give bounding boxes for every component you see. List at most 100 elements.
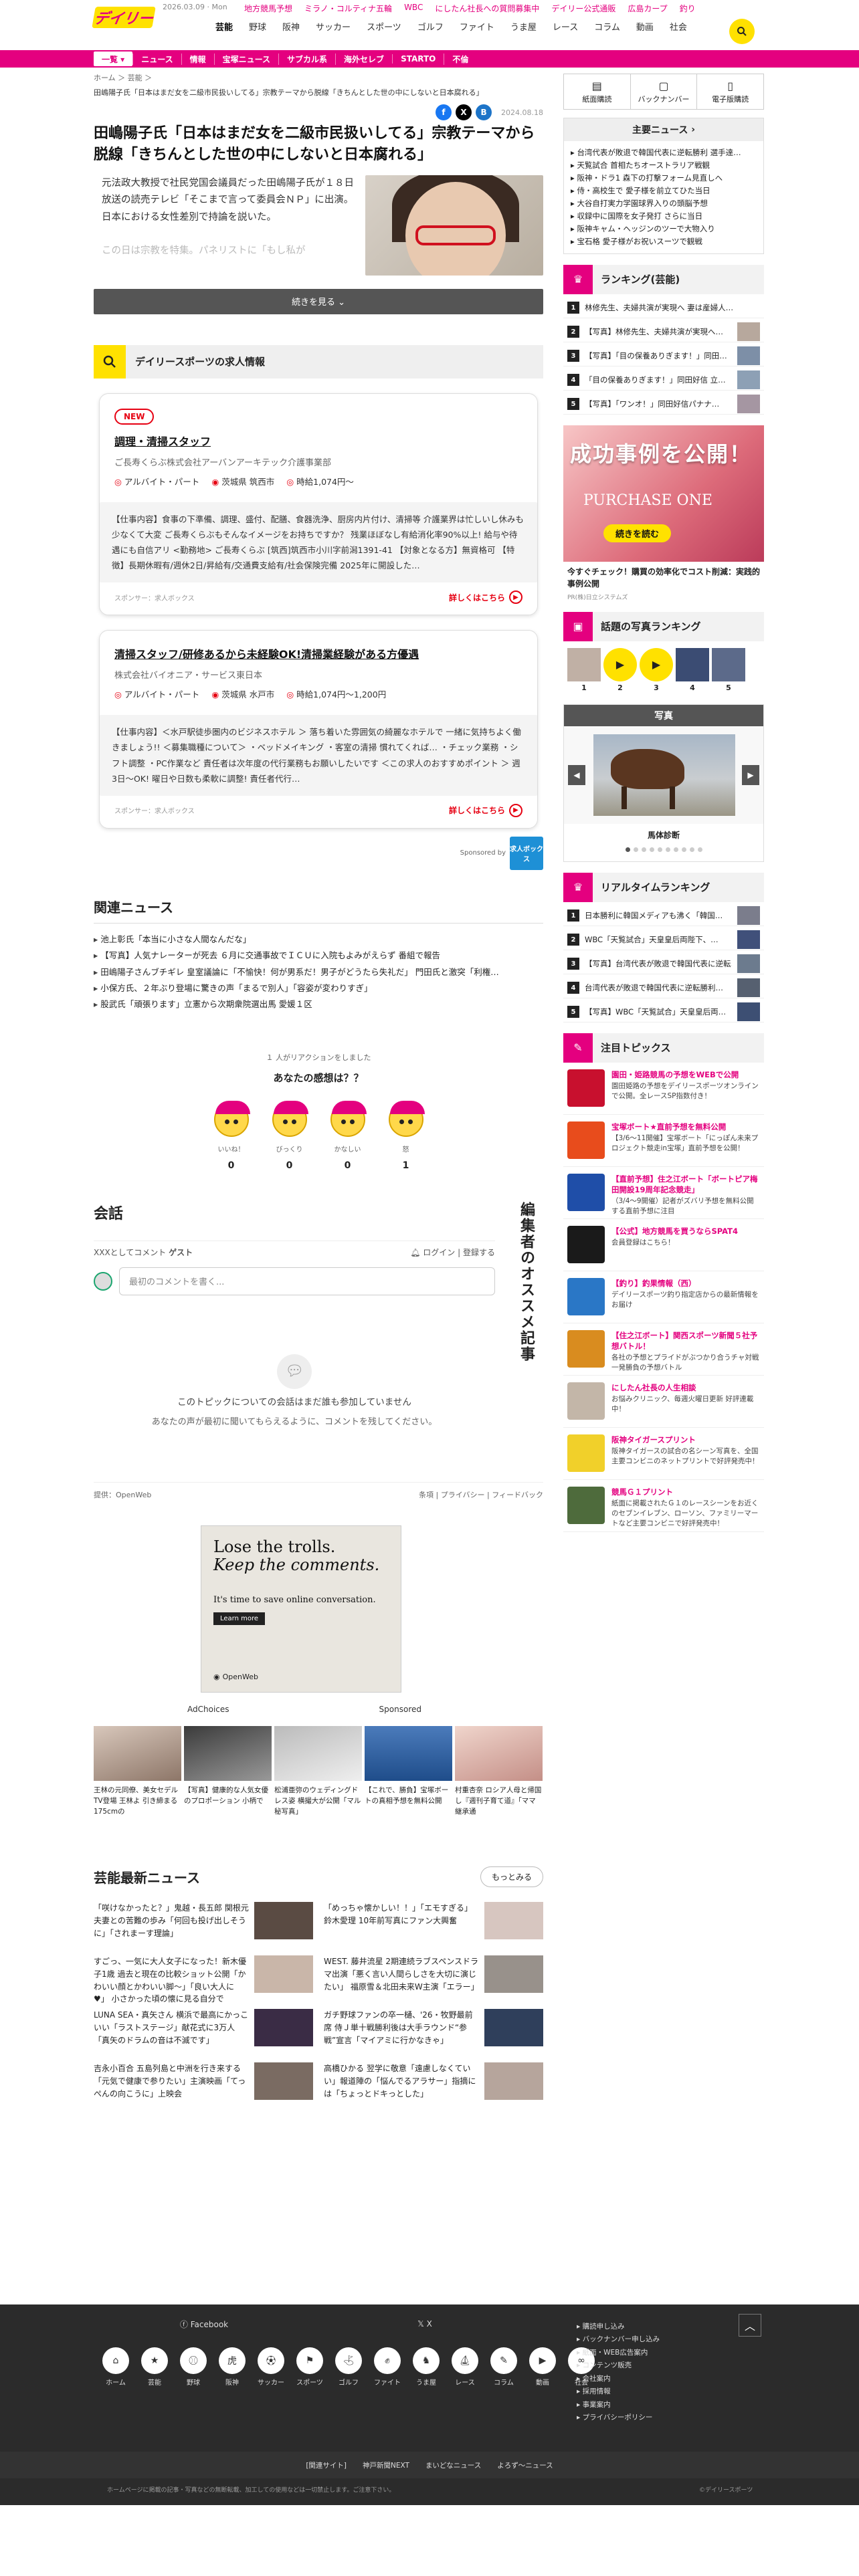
gnav-item[interactable]: サッカー: [308, 20, 359, 33]
top-link[interactable]: WBC: [404, 3, 423, 14]
job-more-link[interactable]: 詳しくはこちら ▶: [449, 591, 522, 605]
hatena-share-icon[interactable]: B: [476, 104, 492, 120]
realtime-item[interactable]: 1 日本勝利に韓国メディアも沸く「韓国…: [563, 906, 764, 926]
main-news-item[interactable]: 阪神・ドラ1 森下の打撃フォーム見直しへ: [571, 172, 757, 185]
feedback-link[interactable]: フィードバック: [492, 1491, 543, 1499]
thumb-item[interactable]: 【これで、勝負】宝塚ボートの真相予想を無料公開: [365, 1725, 452, 1818]
related-site-link[interactable]: 神戸新聞NEXT: [363, 2460, 409, 2470]
adchoices-link[interactable]: AdChoices: [187, 1705, 229, 1714]
x-share-icon[interactable]: X: [456, 104, 472, 120]
footer-cat[interactable]: 虎阪神: [215, 2347, 249, 2387]
main-news-item[interactable]: 阪神キャム・ヘッジンのツーで大物入り: [571, 223, 757, 235]
related-item[interactable]: 小保方氏、２年ぶり登場に驚きの声「まるで別人」「容姿が変わりすぎ」: [94, 980, 543, 996]
footer-link[interactable]: バックナンバー申し込み: [577, 2333, 660, 2346]
footer-link[interactable]: 採用情報: [577, 2385, 660, 2398]
related-item[interactable]: 股武氏「頑張ります」立憲から次期衆院選出馬 愛媛１区: [94, 996, 543, 1012]
ranking-item[interactable]: 2 【写真】林修先生、夫婦共演が実現へ…: [563, 322, 764, 342]
topic-item[interactable]: 【住之江ボート】関西スポーツ新聞５社予想バトル！ 各社の予想とプライドがぶつかり合…: [563, 1323, 764, 1376]
top-link[interactable]: 地方競馬予想: [244, 3, 292, 14]
main-news-item[interactable]: 宝石格 愛子様がお祝いスーツで観戦: [571, 235, 757, 248]
top-link[interactable]: ミラノ・コルティナ五輪: [304, 3, 392, 14]
footer-cat[interactable]: ♞ うま屋: [409, 2347, 443, 2387]
gnav-item[interactable]: 阪神: [274, 20, 308, 33]
main-news-item[interactable]: 天覧試合 首相たちオーストラリア戦観: [571, 159, 757, 172]
banner-cta[interactable]: 続きを読む: [603, 524, 672, 542]
latest-item[interactable]: 吉永小百合 五島列島と中洲を行き来する「元気で健康で参りたい」主演映画「てっぺん…: [94, 2058, 313, 2112]
photo-rank-item[interactable]: ▶ 3: [640, 647, 673, 692]
top-link[interactable]: にしたん社長への質問募集中: [435, 3, 539, 14]
related-site-link[interactable]: よろず～ニュース: [497, 2460, 553, 2470]
see-more-button[interactable]: もっとみる: [480, 1866, 543, 1888]
footer-cat[interactable]: ✎ コラム: [487, 2347, 520, 2387]
subnav-item[interactable]: 情報: [181, 53, 214, 65]
photo-rank-item[interactable]: 4: [676, 647, 709, 692]
topic-item[interactable]: 園田・姫路競馬の予想をWEBで公開 園田姫路の予想をデイリースポーツオンラインで公…: [563, 1063, 764, 1115]
purchase-one-banner[interactable]: 成功事例を公開！ PURCHASE ONE 続きを読む: [563, 425, 764, 562]
subnav-item[interactable]: ニュース: [132, 53, 181, 65]
latest-item[interactable]: 高橋ひかる 翌学に敬意「遠慮しなくていい」報道陣の「悩んでるアラサー」指摘には「…: [324, 2058, 543, 2112]
gnav-item[interactable]: スポーツ: [359, 20, 409, 33]
footer-cat[interactable]: ⌂ ホーム: [99, 2347, 132, 2387]
latest-item[interactable]: ガチ野球ファンの卒一樋、'26・牧野最前席 侍Ｊ単十戦勝利後は大手ラウンド“参戦…: [324, 2005, 543, 2058]
gnav-item[interactable]: レース: [545, 20, 586, 33]
topic-item[interactable]: 【直前予想】住之江ボート「ボートピア梅田開設19周年記念競走」 （3/4～9開催）…: [563, 1167, 764, 1219]
topic-item[interactable]: 【釣り】釣果情報（西） デイリースポーツ釣り指定店からの最新情報をお届け: [563, 1271, 764, 1323]
subnav-item[interactable]: 宝塚ニュース: [213, 53, 278, 65]
subnav-item[interactable]: サブカル系: [278, 53, 335, 65]
facebook-share-icon[interactable]: f: [436, 104, 452, 120]
photo-rank-item[interactable]: 5: [712, 647, 745, 692]
gnav-item[interactable]: うま屋: [502, 20, 545, 33]
latest-item[interactable]: 「めっちゃ懐かしい！！」「エモすぎる」鈴木愛理 10年前写真にファン大興奮: [324, 1898, 543, 1951]
site-logo[interactable]: デイリー: [92, 7, 156, 28]
sponsor-logo[interactable]: 求人ボックス: [510, 836, 543, 870]
job-title[interactable]: 調理・清掃スタッフ: [114, 433, 522, 449]
top-link[interactable]: 広島カープ: [628, 3, 667, 14]
photo-slide[interactable]: ◀ ▶: [564, 726, 763, 824]
digital-subscribe-button[interactable]: ▯ 電子版購読: [696, 74, 763, 109]
main-news-item[interactable]: 台湾代表が敗退で韓国代表に逆転勝利 選手達…: [571, 146, 757, 159]
footer-link[interactable]: プライバシーポリシー: [577, 2411, 660, 2424]
footer-cat[interactable]: ✊︎ ファイト: [371, 2347, 404, 2387]
latest-item[interactable]: LUNA SEA・真矢さん 横浜で最高にかっこいい「ラストステージ」献花式に3万…: [94, 2005, 313, 2058]
footer-cat[interactable]: ⚽︎ サッカー: [254, 2347, 288, 2387]
main-news-title[interactable]: 主要ニュース ›: [564, 118, 763, 141]
subnav-item[interactable]: 不倫: [444, 53, 476, 65]
ranking-item[interactable]: 4 「目の保養ありぎます！」同田好信 立…: [563, 370, 764, 391]
realtime-item[interactable]: 5 【写真】WBC「天覧試合」天皇皇后両…: [563, 1002, 764, 1023]
footer-link[interactable]: コンテンツ販売: [577, 2359, 660, 2372]
top-link[interactable]: デイリー公式通販: [551, 3, 615, 14]
gnav-item[interactable]: 社会: [662, 20, 695, 33]
backnumber-button[interactable]: ▢ バックナンバー: [630, 74, 697, 109]
related-item[interactable]: 池上彰氏「本当に小さな人間なんだな」: [94, 932, 543, 948]
footer-cat[interactable]: ★ 芸能: [138, 2347, 171, 2387]
breadcrumb[interactable]: ホーム ＞ 芸能 ＞: [94, 72, 543, 83]
login-link[interactable]: ログイン: [423, 1248, 455, 1257]
gnav-item[interactable]: 野球: [241, 20, 274, 33]
subnav-item[interactable]: STARTO: [392, 54, 444, 64]
reaction-sad[interactable]: かなしい 0: [330, 1100, 367, 1171]
thumb-item[interactable]: 【写真】健康的な人気女優のプロポーション 小柄で: [184, 1725, 272, 1818]
paper-subscribe-button[interactable]: ▤ 紙面購読: [564, 74, 630, 109]
gnav-item[interactable]: 芸能: [207, 20, 241, 33]
thumb-item[interactable]: 松浦亜弥のウェディングドレス姿 横撮大が公開「マル秘写真」: [274, 1725, 362, 1818]
topic-item[interactable]: 阪神タイガースプリント 阪神タイガースの試合の名シーン写真を、全国主要コンビニのネ…: [563, 1428, 764, 1480]
carousel-prev-icon[interactable]: ◀: [568, 764, 585, 785]
job-title[interactable]: 清掃スタッフ/研修あるから未経験OK!清掃業経験がある方優遇: [114, 645, 522, 661]
search-button[interactable]: [729, 19, 755, 44]
main-news-item[interactable]: 大谷自打実力学園球界入りの頭脳予想: [571, 197, 757, 210]
latest-item[interactable]: 「咲けなかったと？」鬼越・長五郎 関根元夫妻との苦難の歩み「何回も投げ出しそうに…: [94, 1898, 313, 1951]
ranking-item[interactable]: 5 【写真】「ワンオ！」同田好信パナナ…: [563, 395, 764, 415]
privacy-link[interactable]: プライバシー: [441, 1491, 485, 1499]
ad-learn-more-button[interactable]: Learn more: [213, 1612, 266, 1626]
carousel-next-icon[interactable]: ▶: [742, 764, 759, 785]
bell-icon[interactable]: 🔔︎: [410, 1248, 420, 1257]
footer-cat[interactable]: ▶ 動画: [526, 2347, 559, 2387]
related-site-link[interactable]: まいどなニュース: [425, 2460, 481, 2470]
footer-link[interactable]: 会社案内: [577, 2373, 660, 2385]
gnav-item[interactable]: ファイト: [452, 20, 502, 33]
topic-item[interactable]: にしたん社長の人生相談 お悩みクリニック、毎週火曜日更新 好評連載中！: [563, 1376, 764, 1428]
job-more-link[interactable]: 詳しくはこちら ▶: [449, 803, 522, 817]
top-link[interactable]: 釣り: [680, 3, 696, 14]
banner-text[interactable]: 今すぐチェック！購買の効率化でコスト削減：実践的事例公開: [563, 566, 764, 590]
page-top-button[interactable]: ︿: [739, 2314, 761, 2337]
